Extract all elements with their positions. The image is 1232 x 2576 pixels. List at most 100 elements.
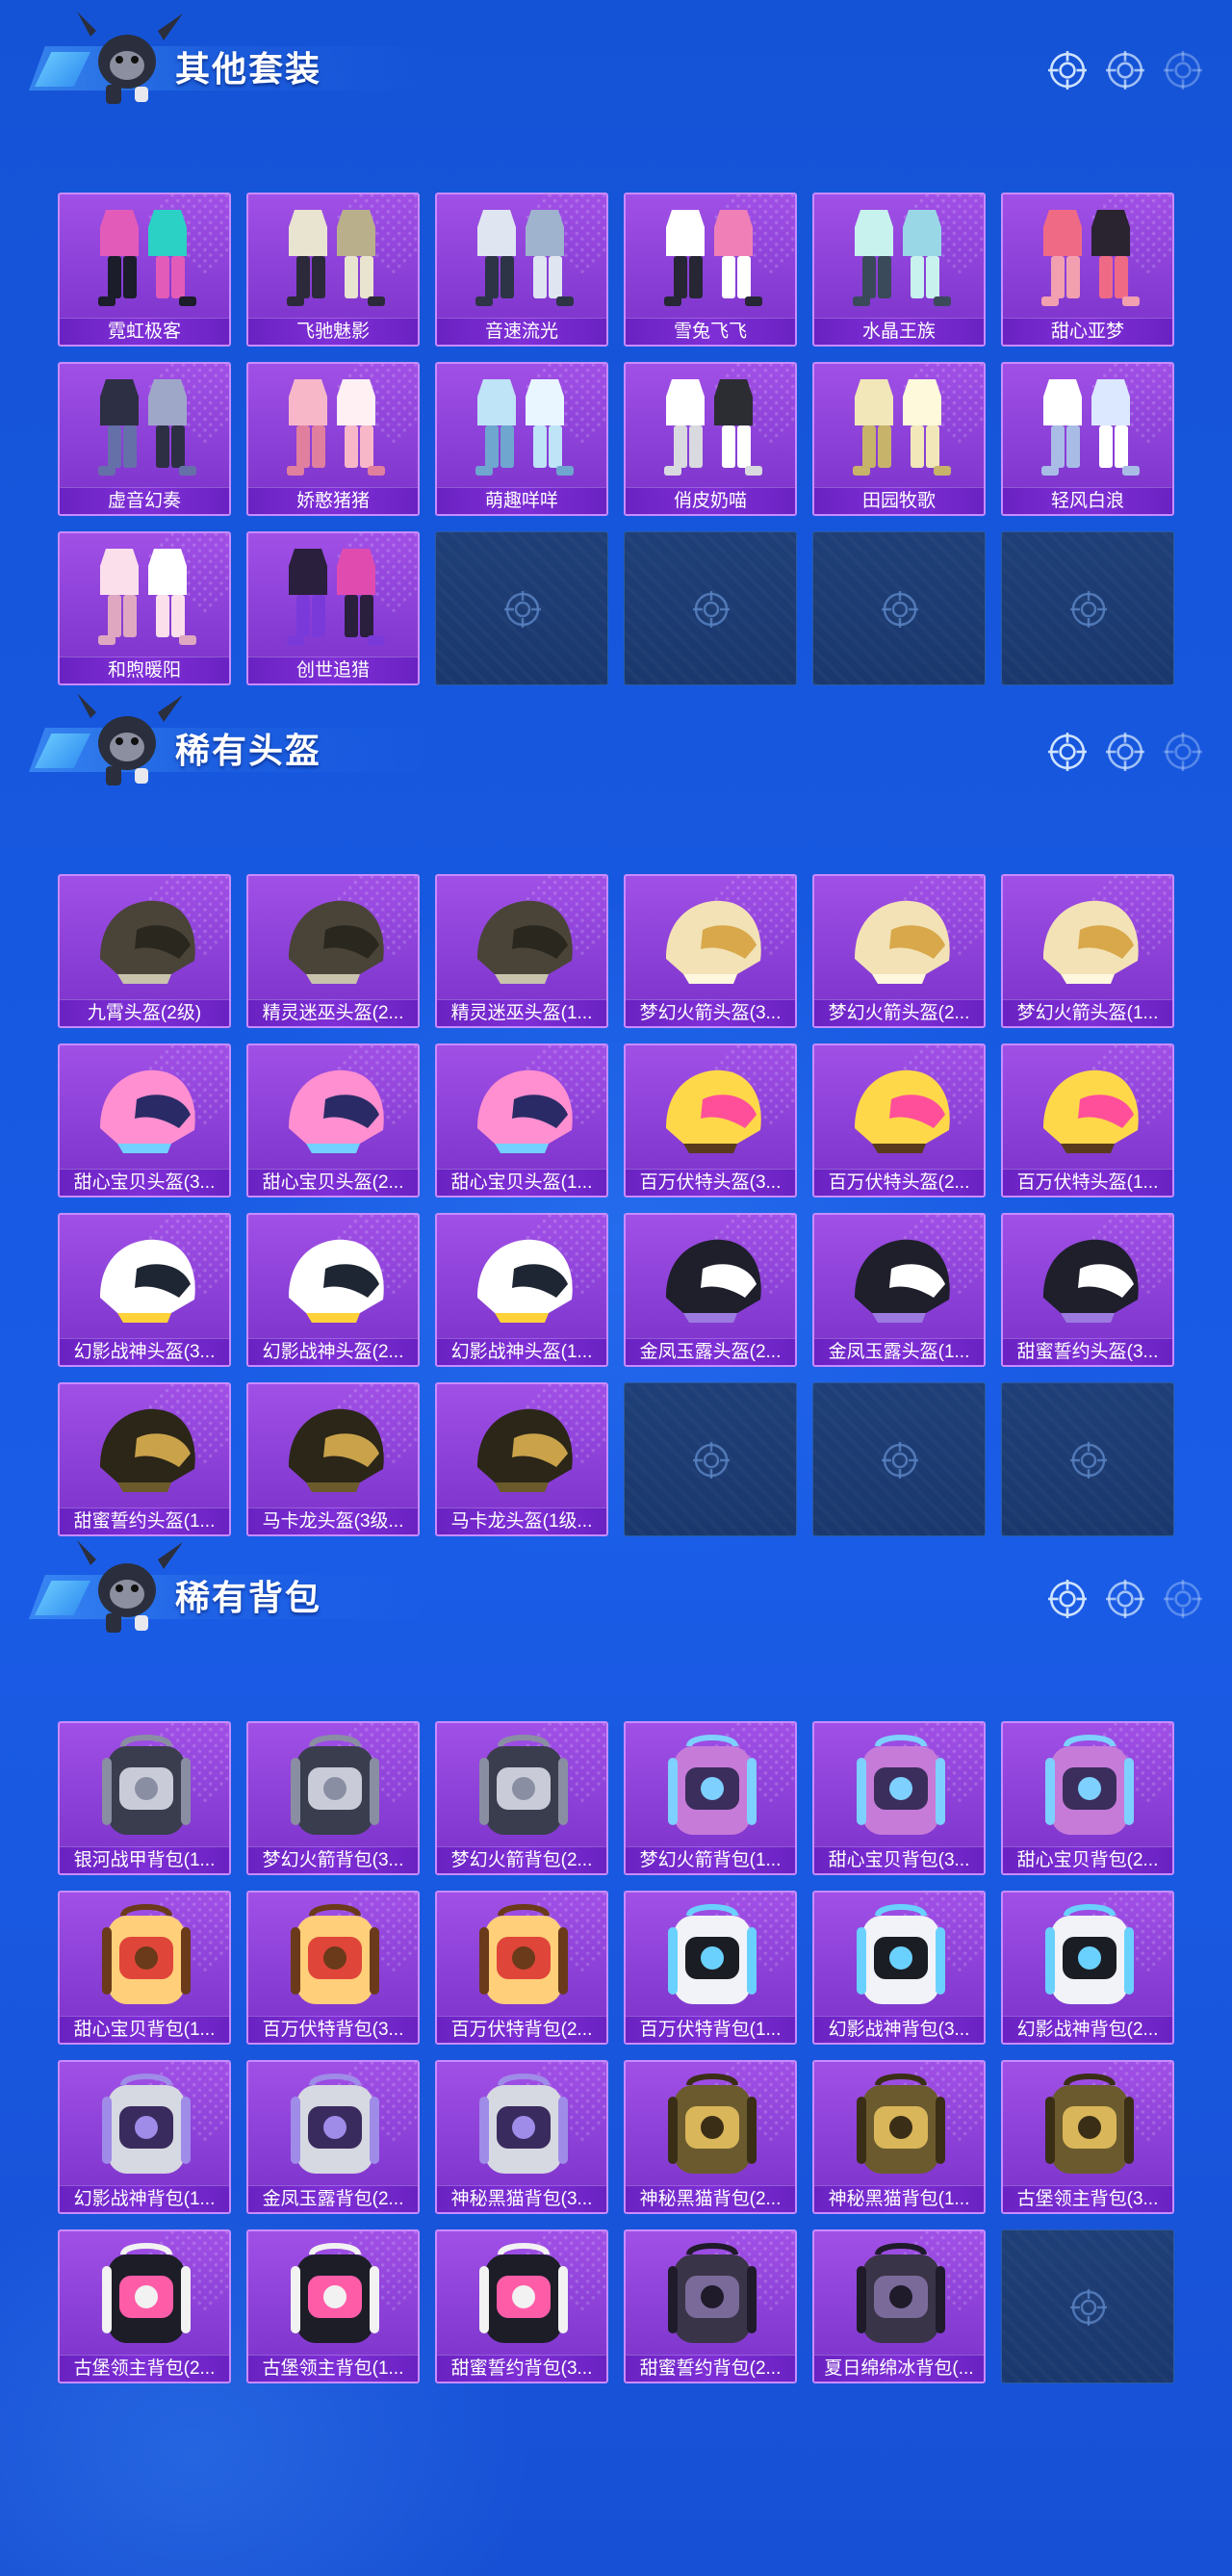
item-card[interactable]: 甜心亚梦 — [1001, 193, 1174, 347]
helmet-icon — [645, 882, 780, 999]
helmet-icon — [645, 1051, 780, 1169]
item-card[interactable]: 金凤玉露背包(2... — [246, 2060, 420, 2214]
item-card[interactable]: 神秘黑猫背包(1... — [812, 2060, 986, 2214]
item-card[interactable]: 飞驰魅影 — [246, 193, 420, 347]
suit-icon — [456, 200, 591, 318]
item-label: 甜蜜誓约背包(3... — [437, 2355, 606, 2382]
item-label: 精灵迷巫头盔(1... — [437, 999, 606, 1026]
item-card[interactable]: 古堡领主背包(2... — [58, 2229, 231, 2383]
item-card[interactable]: 精灵迷巫头盔(1... — [435, 874, 608, 1028]
item-card[interactable]: 霓虹极客 — [58, 193, 231, 347]
item-card[interactable]: 田园牧歌 — [812, 362, 986, 516]
item-card[interactable]: 百万伏特背包(3... — [246, 1891, 420, 2045]
item-card[interactable]: 百万伏特头盔(2... — [812, 1043, 986, 1198]
item-label: 古堡领主背包(1... — [248, 2355, 418, 2382]
header-reticles — [1047, 732, 1203, 772]
item-card[interactable]: 百万伏特头盔(3... — [624, 1043, 797, 1198]
item-card[interactable]: 轻风白浪 — [1001, 362, 1174, 516]
item-card[interactable]: 幻影战神头盔(2... — [246, 1213, 420, 1367]
item-card[interactable]: 梦幻火箭背包(2... — [435, 1721, 608, 1875]
item-card[interactable]: 古堡领主背包(1... — [246, 2229, 420, 2383]
helmet-icon — [268, 1221, 402, 1338]
helmet-icon — [645, 1221, 780, 1338]
suit-icon — [834, 370, 968, 487]
suit-icon — [456, 370, 591, 487]
helmet-icon — [79, 1221, 214, 1338]
item-label: 俏皮奶喵 — [626, 487, 795, 514]
item-card[interactable]: 甜蜜誓约头盔(1... — [58, 1382, 231, 1536]
item-label: 水晶王族 — [814, 318, 984, 345]
item-card[interactable]: 甜心宝贝背包(3... — [812, 1721, 986, 1875]
crosshair-reticle-icon — [692, 590, 731, 629]
backpack-icon — [645, 2237, 780, 2355]
item-label: 百万伏特头盔(1... — [1003, 1169, 1172, 1196]
item-card[interactable]: 神秘黑猫背包(3... — [435, 2060, 608, 2214]
item-card[interactable]: 虚音幻奏 — [58, 362, 231, 516]
crosshair-reticle-icon — [692, 1441, 731, 1480]
item-card[interactable]: 幻影战神头盔(3... — [58, 1213, 231, 1367]
empty-slot — [1001, 1382, 1174, 1536]
item-card[interactable]: 幻影战神背包(2... — [1001, 1891, 1174, 2045]
item-card[interactable]: 甜蜜誓约背包(3... — [435, 2229, 608, 2383]
item-card[interactable]: 和煦暖阳 — [58, 531, 231, 685]
item-card[interactable]: 银河战甲背包(1... — [58, 1721, 231, 1875]
item-card[interactable]: 马卡龙头盔(1级... — [435, 1382, 608, 1536]
item-label: 虚音幻奏 — [60, 487, 229, 514]
item-card[interactable]: 幻影战神头盔(1... — [435, 1213, 608, 1367]
item-card[interactable]: 甜心宝贝头盔(1... — [435, 1043, 608, 1198]
item-label: 甜心宝贝头盔(2... — [248, 1169, 418, 1196]
suit-icon — [79, 370, 214, 487]
item-label: 甜心宝贝背包(3... — [814, 1846, 984, 1873]
crosshair-reticle-icon — [1163, 1579, 1203, 1619]
item-card[interactable]: 梦幻火箭头盔(1... — [1001, 874, 1174, 1028]
item-label: 百万伏特头盔(3... — [626, 1169, 795, 1196]
item-card[interactable]: 娇憨猪猪 — [246, 362, 420, 516]
item-label: 轻风白浪 — [1003, 487, 1172, 514]
crosshair-reticle-icon — [1069, 1441, 1108, 1480]
backpack-icon — [834, 2068, 968, 2185]
crosshair-reticle-icon — [1047, 732, 1088, 772]
crosshair-reticle-icon — [1105, 732, 1145, 772]
item-card[interactable]: 甜蜜誓约头盔(3... — [1001, 1213, 1174, 1367]
item-label: 娇憨猪猪 — [248, 487, 418, 514]
helmet-icon — [1022, 1051, 1157, 1169]
helmet-icon — [834, 1221, 968, 1338]
item-card[interactable]: 古堡领主背包(3... — [1001, 2060, 1174, 2214]
item-card[interactable]: 夏日绵绵冰背包(... — [812, 2229, 986, 2383]
item-grid: 霓虹极客 飞驰魅影 音速流光 雪兔飞飞 水晶王族 甜心亚梦虚音幻奏 娇憨猪猪 萌趣咩咩 俏皮奶喵… — [58, 193, 1174, 685]
item-card[interactable]: 梦幻火箭背包(1... — [624, 1721, 797, 1875]
helmet-icon — [79, 882, 214, 999]
item-card[interactable]: 水晶王族 — [812, 193, 986, 347]
helmet-icon — [79, 1051, 214, 1169]
item-card[interactable]: 幻影战神背包(3... — [812, 1891, 986, 2045]
section-header: 稀有头盔 — [29, 682, 1203, 797]
item-card[interactable]: 甜心宝贝背包(1... — [58, 1891, 231, 2045]
item-card[interactable]: 金凤玉露头盔(1... — [812, 1213, 986, 1367]
item-card[interactable]: 音速流光 — [435, 193, 608, 347]
item-card[interactable]: 马卡龙头盔(3级... — [246, 1382, 420, 1536]
item-card[interactable]: 金凤玉露头盔(2... — [624, 1213, 797, 1367]
item-card[interactable]: 百万伏特头盔(1... — [1001, 1043, 1174, 1198]
item-label: 幻影战神背包(1... — [60, 2185, 229, 2212]
item-card[interactable]: 幻影战神背包(1... — [58, 2060, 231, 2214]
item-card[interactable]: 梦幻火箭背包(3... — [246, 1721, 420, 1875]
item-card[interactable]: 梦幻火箭头盔(2... — [812, 874, 986, 1028]
item-card[interactable]: 百万伏特背包(2... — [435, 1891, 608, 2045]
item-card[interactable]: 梦幻火箭头盔(3... — [624, 874, 797, 1028]
item-label: 甜心宝贝背包(1... — [60, 2016, 229, 2043]
item-card[interactable]: 百万伏特背包(1... — [624, 1891, 797, 2045]
item-card[interactable]: 神秘黑猫背包(2... — [624, 2060, 797, 2214]
item-card[interactable]: 甜心宝贝背包(2... — [1001, 1721, 1174, 1875]
item-card[interactable]: 俏皮奶喵 — [624, 362, 797, 516]
item-card[interactable]: 雪兔飞飞 — [624, 193, 797, 347]
item-card[interactable]: 甜心宝贝头盔(3... — [58, 1043, 231, 1198]
item-label: 神秘黑猫背包(2... — [626, 2185, 795, 2212]
item-card[interactable]: 精灵迷巫头盔(2... — [246, 874, 420, 1028]
item-card[interactable]: 甜心宝贝头盔(2... — [246, 1043, 420, 1198]
item-grid: 银河战甲背包(1... 梦幻火箭背包(3... 梦幻火箭背包(2... 梦幻火箭背包(… — [58, 1721, 1174, 2383]
backpack-icon — [268, 2068, 402, 2185]
item-card[interactable]: 创世追猎 — [246, 531, 420, 685]
item-card[interactable]: 萌趣咩咩 — [435, 362, 608, 516]
item-card[interactable]: 甜蜜誓约背包(2... — [624, 2229, 797, 2383]
item-card[interactable]: 九霄头盔(2级) — [58, 874, 231, 1028]
